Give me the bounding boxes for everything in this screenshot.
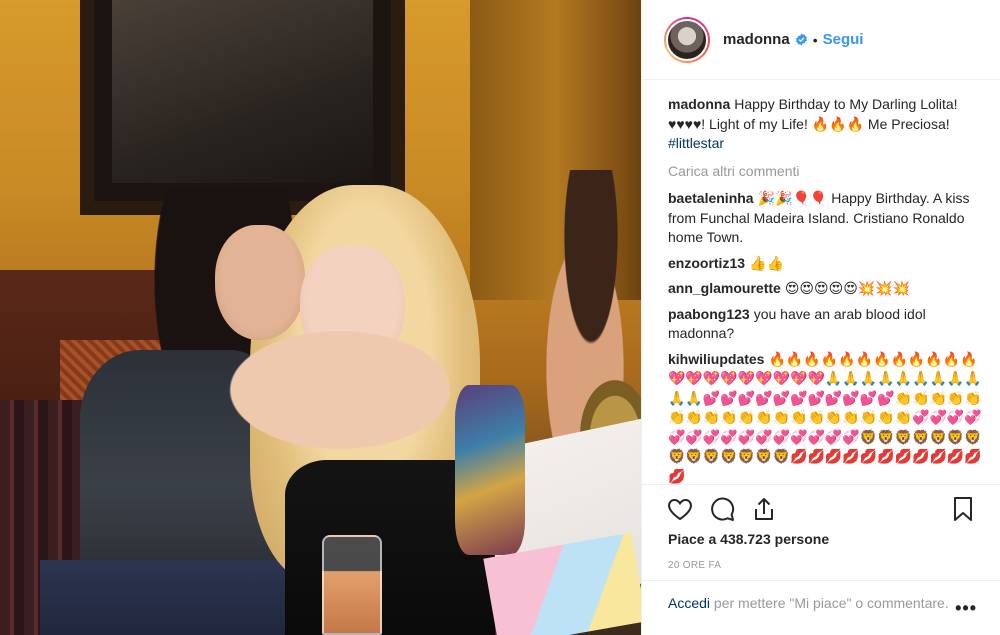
comment-item: ann_glamourette 😍😍😍😍😍💥💥💥 <box>668 279 983 299</box>
header-username[interactable]: madonna <box>723 31 790 48</box>
comment-username[interactable]: enzoortiz13 <box>668 255 745 271</box>
caption: madonna Happy Birthday to My Darling Loli… <box>668 95 983 154</box>
comments-list[interactable]: madonna Happy Birthday to My Darling Loli… <box>642 81 1000 484</box>
post-sidebar: madonna • Segui madonna Happy Birthday to… <box>641 0 1000 635</box>
photo-champagne-glass <box>322 535 382 635</box>
comment-username[interactable]: ann_glamourette <box>668 280 781 296</box>
photo-arms <box>200 315 480 465</box>
avatar[interactable] <box>666 18 708 61</box>
likes-count[interactable]: Piace a 438.723 persone <box>668 531 829 547</box>
login-footer: Accedi per mettere "Mi piace" o commenta… <box>642 580 1000 635</box>
comment-username[interactable]: paabong123 <box>668 306 750 322</box>
login-link[interactable]: Accedi <box>668 595 710 611</box>
login-prompt-text: per mettere "Mi piace" o commentare. <box>710 595 949 611</box>
comment-icon[interactable] <box>708 495 736 523</box>
follow-button[interactable]: Segui <box>823 31 864 48</box>
photo-mirror <box>80 0 405 215</box>
more-options-icon[interactable]: ••• <box>955 599 977 618</box>
comment-item: paabong123 you have an arab blood idol ma… <box>668 305 983 344</box>
comment-username[interactable]: baetaleninha <box>668 190 754 206</box>
comment-text: 🔥🔥🔥🔥🔥🔥🔥🔥🔥🔥🔥🔥💖💖💖💖💖💖💖💖💖🙏🙏🙏🙏🙏🙏🙏🙏🙏🙏🙏💕💕💕💕💕💕💕💕… <box>668 350 982 484</box>
post-header: madonna • Segui <box>642 0 1000 80</box>
load-more-comments-button[interactable]: Carica altri commenti <box>668 162 983 182</box>
header-separator: • <box>812 31 818 48</box>
avatar-story-ring[interactable] <box>664 16 710 63</box>
post-photo[interactable] <box>0 0 641 635</box>
comment-text: 😍😍😍😍😍💥💥💥 <box>784 280 911 296</box>
post-timestamp[interactable]: 20 ORE FA <box>668 560 721 571</box>
bookmark-icon[interactable] <box>949 495 977 523</box>
comment-username[interactable]: kihwiliupdates <box>668 351 764 367</box>
heart-icon[interactable] <box>666 495 694 523</box>
comment-item: enzoortiz13 👍👍 <box>668 254 983 274</box>
caption-username[interactable]: madonna <box>668 96 730 112</box>
share-icon[interactable] <box>750 495 778 523</box>
action-bar <box>642 484 1000 530</box>
verified-badge-icon <box>795 33 807 46</box>
comment-item: kihwiliupdates 🔥🔥🔥🔥🔥🔥🔥🔥🔥🔥🔥🔥💖💖💖💖💖💖💖💖💖🙏🙏🙏🙏🙏… <box>668 350 983 485</box>
comment-text: 👍👍 <box>749 254 784 271</box>
comment-item: baetaleninha 🎉🎉🎈🎈 Happy Birthday. A kiss … <box>668 189 983 248</box>
photo-girl-jeans <box>40 560 300 635</box>
hashtag-link[interactable]: #littlestar <box>668 135 724 151</box>
photo-scarf <box>455 385 525 555</box>
